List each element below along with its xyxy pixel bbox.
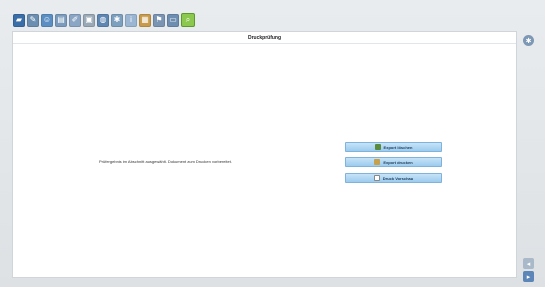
status-message: Prüfergebnis im Abschnitt ausgewählt. Do…: [99, 159, 232, 164]
users-icon-glyph: ☺: [42, 15, 52, 24]
users-icon[interactable]: ☺: [41, 13, 53, 27]
gear-icon[interactable]: ✱: [523, 35, 534, 46]
page-title: Druckprüfung: [247, 35, 282, 41]
window-icon-glyph: ▭: [169, 15, 177, 24]
package-icon-glyph: ▦: [141, 15, 149, 24]
arrow-right-icon[interactable]: ▸: [523, 271, 534, 282]
settings-icon-glyph: ✱: [113, 15, 121, 24]
export-print-label: Export drucken: [383, 159, 413, 165]
package-icon[interactable]: ▦: [139, 13, 151, 27]
print-preview-label: Druck Vorschau: [382, 175, 414, 181]
document-icon: [373, 175, 380, 181]
settings-icon[interactable]: ✱: [111, 13, 123, 27]
search-icon-glyph: ⌕: [185, 15, 191, 24]
main-panel: Druckprüfung Prüfergebnis im Abschnitt a…: [12, 31, 517, 278]
edit-icon[interactable]: ✐: [69, 13, 81, 27]
search-icon: [374, 144, 381, 150]
stamp-icon[interactable]: ▣: [83, 13, 95, 27]
globe-icon-glyph: ◍: [99, 15, 107, 24]
arrow-left-icon[interactable]: ◂: [523, 258, 534, 269]
print-preview-button[interactable]: Druck Vorschau: [345, 173, 442, 183]
export-delete-label: Export löschen: [383, 144, 413, 150]
side-panel: ✱ ◂ ▸: [519, 31, 537, 282]
chart-icon[interactable]: ▤: [55, 13, 67, 27]
info-icon[interactable]: i: [125, 13, 137, 27]
app-window: ▰ ✎ ☺ ▤ ✐ ▣ ◍ ✱ i ▦ ⚑ ▭ ⌕ Druckprüfung Prüfergebnis …: [0, 0, 545, 287]
monitor-icon[interactable]: ▰: [13, 13, 25, 27]
info-icon-glyph: i: [130, 15, 132, 24]
title-divider: [13, 43, 516, 44]
globe-icon[interactable]: ◍: [97, 13, 109, 27]
export-print-button[interactable]: Export drucken: [345, 157, 442, 167]
window-icon[interactable]: ▭: [167, 13, 179, 27]
chart-icon-glyph: ▤: [57, 15, 65, 24]
tools-icon[interactable]: ✎: [27, 13, 39, 27]
stamp-icon-glyph: ▣: [85, 15, 93, 24]
edit-icon-glyph: ✐: [71, 15, 79, 24]
flag-icon[interactable]: ⚑: [153, 13, 165, 27]
tools-icon-glyph: ✎: [29, 15, 37, 24]
search-icon[interactable]: ⌕: [181, 13, 195, 27]
printer-icon: [374, 159, 381, 165]
export-delete-button[interactable]: Export löschen: [345, 142, 442, 152]
toolbar: ▰ ✎ ☺ ▤ ✐ ▣ ◍ ✱ i ▦ ⚑ ▭ ⌕: [13, 12, 195, 28]
monitor-icon-glyph: ▰: [15, 15, 23, 24]
flag-icon-glyph: ⚑: [155, 15, 163, 24]
